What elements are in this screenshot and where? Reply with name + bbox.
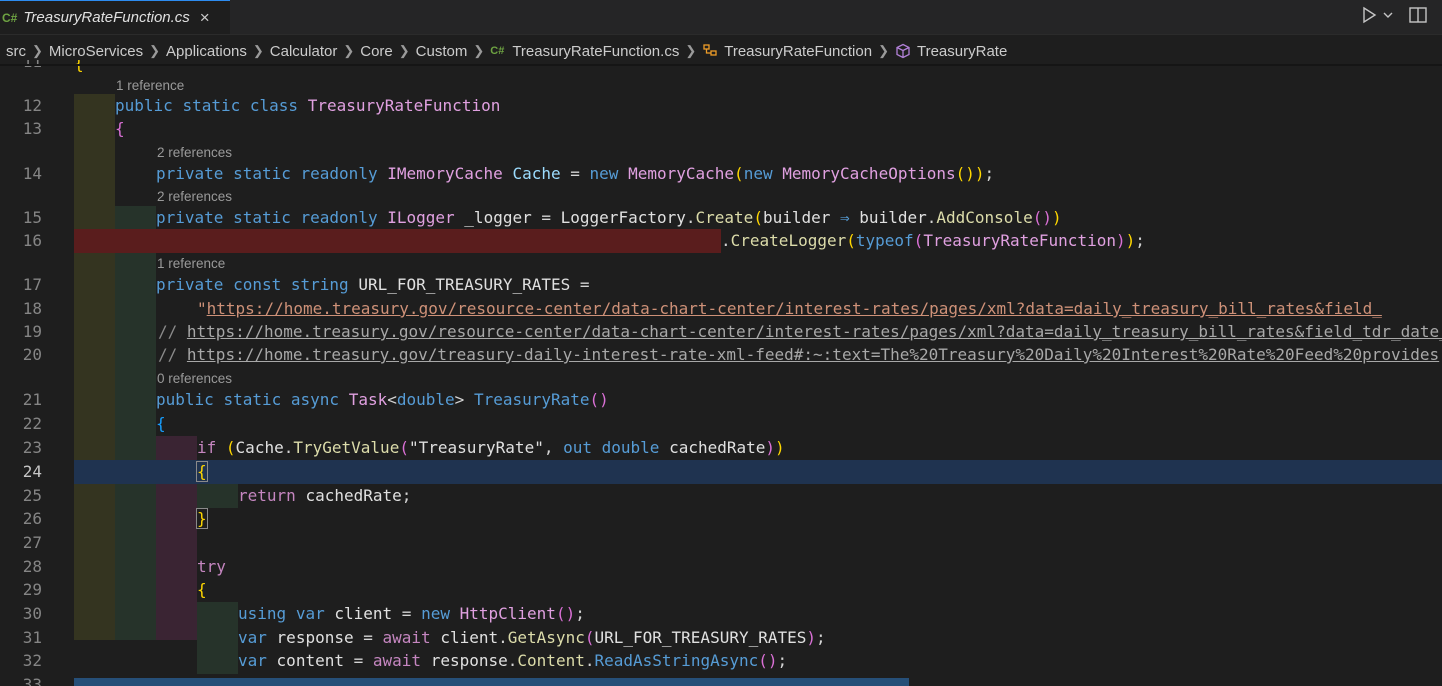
code-line-12: 12 public static class TreasuryRateFunct… [0,94,1442,117]
class-icon [702,43,718,59]
play-icon[interactable] [1360,6,1378,24]
breadcrumb-class-label: TreasuryRateFunction [724,42,873,60]
code-line-18: 18 "https://home.treasury.gov/resource-c… [0,297,1442,320]
breadcrumb: src ❯ MicroServices ❯ Applications ❯ Cal… [0,40,1442,62]
code-line-31: 31 var response = await client.GetAsync(… [0,626,1442,649]
code-line-25: 25 return cachedRate; [0,484,1442,507]
code-line-16: 16 .CreateLogger(typeof(TreasuryRateFunc… [0,229,1442,252]
code-line-30: 30 using var client = new HttpClient(); [0,602,1442,625]
line-number: 13 [22,119,42,138]
chevron-down-icon[interactable] [1382,9,1394,21]
line-number: 26 [22,509,42,528]
line-number: 30 [22,604,42,623]
line-number: 22 [22,414,42,433]
code-line-33: 33 [0,673,1442,686]
line-number: 25 [22,486,42,505]
code-line-24: 24 { [0,460,1442,483]
codelens-references[interactable]: 2 references [157,145,232,160]
breadcrumb-microservices[interactable]: MicroServices [49,43,143,60]
chevron-right-icon: ❯ [149,43,160,58]
csharp-file-icon: C# [490,45,505,57]
line-number: 15 [22,208,42,227]
chevron-right-icon: ❯ [398,43,410,58]
code-line-19: 19 // https://home.treasury.gov/resource… [0,320,1442,343]
codelens-references[interactable]: 0 references [157,371,232,386]
tab-title: TreasuryRateFunction.cs [23,9,190,26]
code-line-20: 20 // https://home.treasury.gov/treasury… [0,343,1442,366]
code-editor[interactable]: 11 { 1 reference 12 public static class … [0,60,1442,686]
codelens-references[interactable]: 2 references [157,189,232,204]
chevron-right-icon: ❯ [252,43,264,58]
editor-actions [1360,6,1428,24]
line-number: 21 [22,390,42,409]
code-line-29: 29 { [0,578,1442,601]
chevron-right-icon: ❯ [685,43,697,58]
breadcrumb-member[interactable]: TreasuryRate [895,43,1007,60]
breadcrumb-src[interactable]: src [6,43,26,60]
line-number: 28 [22,557,42,576]
line-number: 18 [22,299,42,318]
code-line-13: 13 { [0,117,1442,140]
line-number: 16 [22,231,42,250]
line-number: 32 [22,651,42,670]
url-link[interactable]: https://home.treasury.gov/treasury-daily… [187,345,1439,364]
line-number: 20 [22,345,42,364]
tab-treasury-rate-function[interactable]: C# TreasuryRateFunction.cs × [0,0,230,34]
method-cube-icon [895,43,911,59]
csharp-file-icon: C# [2,10,18,25]
codelens-references[interactable]: 1 reference [157,256,225,271]
tab-bar: C# TreasuryRateFunction.cs × [0,0,1442,35]
chevron-right-icon: ❯ [473,43,485,58]
breadcrumb-custom[interactable]: Custom [416,43,468,60]
line-number: 27 [22,533,42,552]
line-number: 17 [22,275,42,294]
breadcrumb-file-label: TreasuryRateFunction.cs [512,42,680,60]
line-number: 33 [22,675,42,686]
chevron-right-icon: ❯ [343,43,355,58]
line-number: 23 [22,438,42,457]
breadcrumb-file[interactable]: C# TreasuryRateFunction.cs [490,43,679,60]
close-icon[interactable]: × [200,9,210,26]
breadcrumb-applications[interactable]: Applications [166,43,247,60]
code-line-15: 15 private static readonly ILogger _logg… [0,206,1442,229]
chevron-right-icon: ❯ [878,43,889,58]
split-editor-icon[interactable] [1408,6,1428,24]
line-number: 19 [22,322,42,341]
code-line-27: 27 [0,531,1442,554]
line-number: 31 [22,628,42,647]
breadcrumb-shadow [0,64,1442,66]
code-line-23: 23 if (Cache.TryGetValue("TreasuryRate",… [0,436,1442,459]
code-line-32: 32 var content = await response.Content.… [0,649,1442,672]
url-link[interactable]: https://home.treasury.gov/resource-cente… [207,299,1382,318]
breadcrumb-core[interactable]: Core [360,43,393,60]
codelens-references[interactable]: 1 reference [116,78,184,93]
line-number: 24 [22,462,42,481]
breadcrumb-calculator[interactable]: Calculator [270,43,338,60]
chevron-right-icon: ❯ [32,43,43,58]
url-link[interactable]: https://home.treasury.gov/resource-cente… [187,322,1442,341]
code-line-11: 11 { [0,60,1442,75]
code-line-28: 28 try [0,555,1442,578]
breadcrumb-class[interactable]: TreasuryRateFunction [702,43,872,60]
code-line-21: 21 public static async Task<double> Trea… [0,388,1442,411]
code-line-22: 22 { [0,412,1442,435]
line-number: 12 [22,96,42,115]
line-number: 29 [22,580,42,599]
code-line-17: 17 private const string URL_FOR_TREASURY… [0,273,1442,296]
matched-brace: } [196,508,208,529]
code-line-14: 14 private static readonly IMemoryCache … [0,162,1442,185]
line-number: 14 [22,164,42,183]
breadcrumb-member-label: TreasuryRate [916,42,1008,60]
matched-brace: { [196,461,208,482]
code-line-26: 26 } [0,507,1442,530]
